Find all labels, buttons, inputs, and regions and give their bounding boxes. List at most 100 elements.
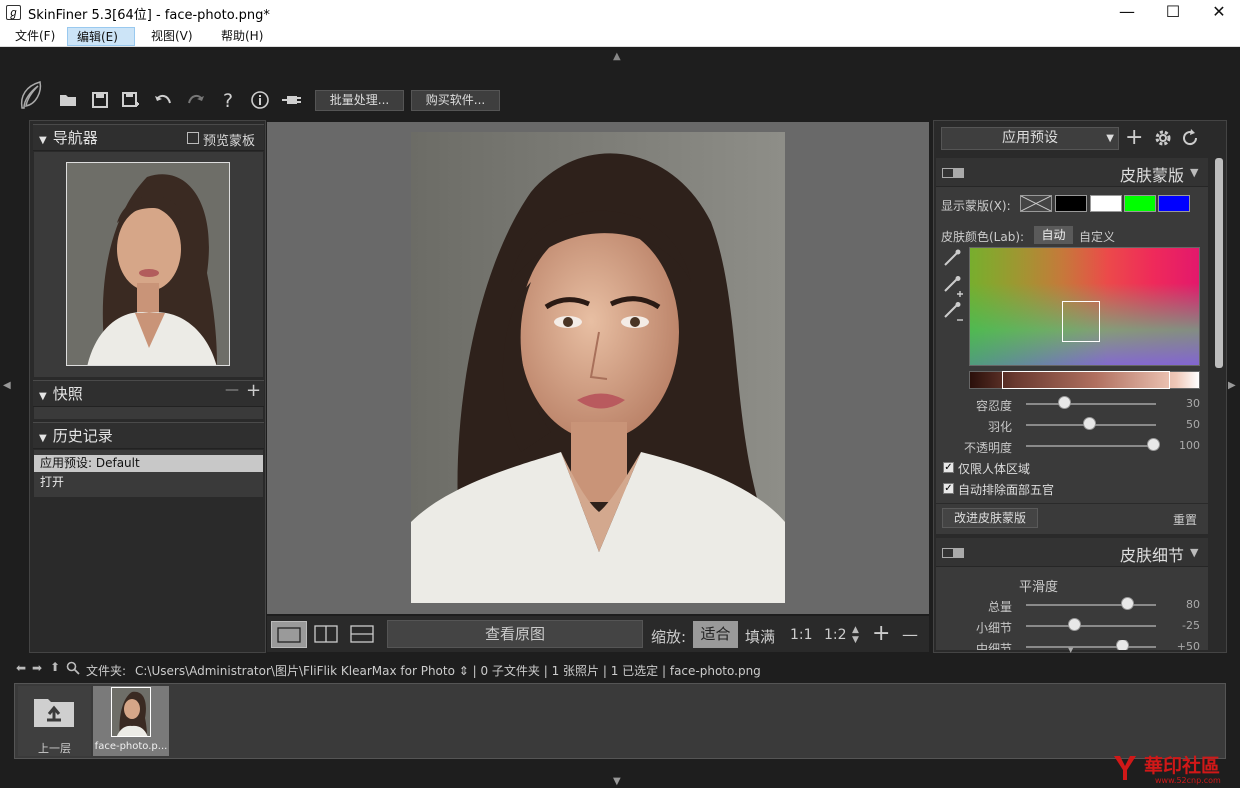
minimize-button[interactable]: — — [1104, 0, 1150, 26]
scrollbar-thumb[interactable] — [1215, 158, 1223, 368]
maximize-button[interactable]: ☐ — [1150, 0, 1196, 26]
open-folder-icon[interactable] — [57, 90, 79, 112]
info-icon[interactable] — [249, 90, 271, 112]
add-snapshot-button[interactable]: + — [246, 380, 261, 401]
forward-arrow-icon[interactable]: ➡ — [32, 661, 42, 675]
tone-range-selection[interactable] — [1002, 371, 1170, 389]
back-arrow-icon[interactable]: ⬅ — [16, 661, 26, 675]
amount-label: 总量 — [987, 600, 1012, 614]
preset-dropdown-label: 应用预设 — [1002, 130, 1058, 146]
eyedropper-add-icon[interactable] — [942, 276, 964, 301]
small-detail-slider[interactable] — [1026, 625, 1156, 627]
exclude-face-label: 自动排除面部五官 — [958, 483, 1055, 497]
collapse-right-arrow-icon[interactable]: ▶ — [1228, 380, 1236, 391]
amount-value: 80 — [1186, 598, 1200, 611]
undo-icon[interactable] — [152, 90, 174, 112]
refresh-icon[interactable] — [1180, 128, 1200, 151]
plugin-icon[interactable] — [281, 90, 303, 112]
collapse-left-arrow-icon[interactable]: ◀ — [3, 380, 11, 391]
amount-slider[interactable] — [1026, 604, 1156, 606]
exclude-face-checkbox[interactable]: ✓ — [943, 483, 954, 494]
body-only-checkbox[interactable]: ✓ — [943, 462, 954, 473]
collapse-top-arrow-icon[interactable]: ▲ — [613, 51, 621, 62]
mask-swatch-none[interactable] — [1020, 195, 1052, 212]
tolerance-slider-knob[interactable] — [1058, 396, 1071, 409]
zoom-stepper-icon[interactable]: ▲ ▼ — [852, 625, 859, 645]
reset-button[interactable]: 重置 — [1173, 511, 1197, 528]
menu-edit[interactable]: 编辑(E) — [67, 27, 135, 46]
history-item-apply-preset[interactable]: 应用预设: Default — [34, 455, 263, 472]
small-detail-slider-knob[interactable] — [1068, 618, 1081, 631]
remove-snapshot-button[interactable]: — — [225, 382, 239, 398]
redo-icon[interactable] — [185, 90, 207, 112]
zoom-fill-button[interactable]: 填满 — [745, 626, 775, 647]
up-arrow-icon[interactable]: ⬆ — [50, 660, 60, 674]
opacity-slider-knob[interactable] — [1147, 438, 1160, 451]
toggle-icon[interactable] — [942, 168, 964, 178]
zoom-label: 缩放: — [651, 628, 687, 646]
split-horizontal-view-button[interactable] — [345, 621, 381, 648]
preview-mask-checkbox[interactable] — [187, 132, 199, 144]
mask-swatch-green[interactable] — [1124, 195, 1156, 212]
zoom-1-1-button[interactable]: 1:1 — [790, 627, 813, 643]
collapse-triangle-icon[interactable]: ▼ — [1190, 546, 1198, 559]
file-thumbnail[interactable] — [111, 687, 151, 737]
menu-file[interactable]: 文件(F) — [6, 27, 64, 46]
chevron-down-icon: ▼ — [1106, 133, 1114, 144]
gear-icon[interactable] — [1153, 128, 1173, 151]
collapse-bottom-arrow-icon[interactable]: ▼ — [613, 776, 621, 787]
navigator-title: 导航器 — [52, 129, 98, 147]
split-vertical-view-button[interactable] — [309, 621, 345, 648]
zoom-in-button[interactable]: + — [872, 621, 890, 646]
menu-view[interactable]: 视图(V) — [142, 27, 202, 46]
mask-swatch-blue[interactable] — [1158, 195, 1190, 212]
scroll-down-icon[interactable]: ▼ — [1068, 646, 1073, 654]
mask-swatch-black[interactable] — [1055, 195, 1087, 212]
skin-tone-range-bar[interactable] — [969, 371, 1200, 389]
main-photo[interactable] — [411, 132, 785, 603]
zoom-out-button[interactable]: — — [902, 625, 918, 644]
file-item-face-photo[interactable]: face-photo.p... — [93, 686, 169, 756]
collapse-triangle-icon: ▼ — [39, 391, 47, 402]
feather-slider-knob[interactable] — [1083, 417, 1096, 430]
preset-dropdown[interactable]: 应用预设 ▼ — [941, 127, 1119, 150]
history-header[interactable]: ▼ 历史记录 — [33, 422, 264, 449]
eyedropper-icon[interactable] — [942, 248, 962, 271]
collapse-triangle-icon[interactable]: ▼ — [1190, 166, 1198, 179]
medium-detail-slider-knob[interactable] — [1116, 640, 1129, 650]
toggle-icon[interactable] — [942, 548, 964, 558]
skin-color-custom-button[interactable]: 自定义 — [1079, 228, 1115, 245]
amount-slider-knob[interactable] — [1121, 597, 1134, 610]
view-original-button[interactable]: 查看原图 — [387, 620, 643, 648]
batch-process-button[interactable]: 批量处理... — [315, 90, 404, 111]
app-icon: ℊ — [6, 5, 21, 20]
mask-swatch-white[interactable] — [1090, 195, 1122, 212]
watermark-url: www.52cnp.com — [1155, 776, 1221, 785]
skin-color-picker[interactable] — [969, 247, 1200, 366]
opacity-slider[interactable] — [1026, 445, 1156, 447]
search-icon[interactable] — [66, 661, 80, 678]
section-divider — [936, 503, 1208, 504]
add-preset-button[interactable]: + — [1125, 125, 1143, 151]
save-as-icon[interactable] — [120, 90, 142, 112]
tolerance-slider[interactable] — [1026, 403, 1156, 405]
navigator-thumbnail[interactable] — [66, 162, 230, 366]
history-item-open[interactable]: 打开 — [34, 474, 263, 491]
eyedropper-subtract-icon[interactable] — [942, 302, 964, 327]
close-button[interactable]: ✕ — [1196, 0, 1240, 26]
menu-help[interactable]: 帮助(H) — [212, 27, 272, 46]
color-selection-box[interactable] — [1062, 301, 1100, 342]
zoom-1-2-button[interactable]: 1:2 — [824, 627, 847, 643]
improve-mask-button[interactable]: 改进皮肤蒙版 — [942, 508, 1038, 528]
window-title: SkinFiner 5.3[64位] - face-photo.png* — [28, 8, 270, 23]
watermark-text: 華印社區 — [1144, 755, 1221, 777]
medium-detail-slider[interactable] — [1026, 646, 1156, 648]
buy-software-button[interactable]: 购买软件... — [411, 90, 500, 111]
skin-color-auto-button[interactable]: 自动 — [1034, 226, 1073, 244]
parent-folder-item[interactable]: 上一层 — [18, 686, 91, 756]
single-view-button[interactable] — [271, 621, 307, 648]
save-icon[interactable] — [89, 90, 111, 112]
folder-path[interactable]: C:\Users\Administrator\图片\FliFlik KlearM… — [135, 662, 761, 679]
zoom-fit-button[interactable]: 适合 — [693, 621, 738, 648]
help-icon[interactable]: ? — [217, 90, 239, 112]
